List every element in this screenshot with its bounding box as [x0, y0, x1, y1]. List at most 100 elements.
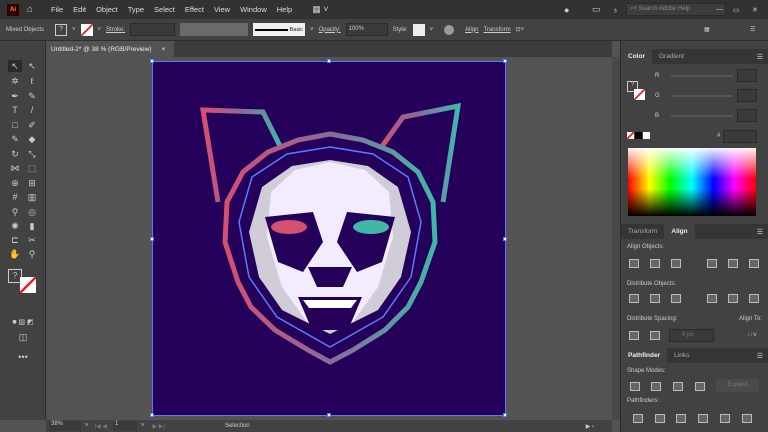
- align-hcenter-icon[interactable]: [650, 259, 660, 268]
- lightbulb-icon[interactable]: ♁: [612, 5, 619, 15]
- lasso-icon[interactable]: ℓ: [25, 75, 39, 87]
- blend-tool-icon[interactable]: ◎: [25, 206, 39, 218]
- search-input[interactable]: ⌕˅ Search Adobe Help: [626, 3, 726, 16]
- selection-handle[interactable]: [150, 413, 154, 417]
- none-swatch[interactable]: [627, 132, 634, 139]
- selection-handle[interactable]: [150, 59, 154, 63]
- eraser-icon[interactable]: ◆: [25, 133, 39, 145]
- free-transform-icon[interactable]: ⬚: [25, 162, 39, 174]
- stroke-dropdown-icon[interactable]: ˅: [98, 27, 102, 33]
- menu-window[interactable]: Window: [240, 5, 267, 14]
- magic-wand-icon[interactable]: ✲: [8, 75, 22, 87]
- color-mode-icons[interactable]: ■ ▨ ◩: [6, 317, 40, 329]
- selection-handle[interactable]: [327, 59, 331, 63]
- vertical-spacing-icon[interactable]: [629, 331, 639, 340]
- tab-color[interactable]: Color: [621, 49, 652, 64]
- expand-button[interactable]: Expand: [716, 379, 759, 392]
- tab-align[interactable]: Align: [664, 224, 695, 239]
- channel-g-input[interactable]: [737, 89, 757, 102]
- gradient-tool-icon[interactable]: ▥: [25, 191, 39, 203]
- direct-selection-tool-icon[interactable]: ↖: [25, 60, 39, 72]
- align-right-icon[interactable]: [671, 259, 681, 268]
- symbol-sprayer-icon[interactable]: ✺: [8, 220, 22, 232]
- align-top-icon[interactable]: [707, 259, 717, 268]
- perspective-grid-icon[interactable]: ⊞: [25, 177, 39, 189]
- hand-tool-icon[interactable]: ✋: [8, 248, 22, 260]
- type-tool-icon[interactable]: T: [8, 104, 22, 116]
- menu-edit[interactable]: Edit: [73, 5, 86, 14]
- zoom-dropdown-icon[interactable]: ˅: [85, 423, 89, 429]
- selection-handle[interactable]: [503, 59, 507, 63]
- stroke-weight-input[interactable]: [130, 23, 176, 36]
- distribute-vcenter-icon[interactable]: [650, 294, 660, 303]
- brush-definition[interactable]: Basic: [253, 23, 306, 36]
- opacity-label[interactable]: Opacity:: [319, 27, 341, 33]
- zoom-tool-icon[interactable]: ⚲: [25, 248, 39, 260]
- graphic-style-swatch[interactable]: [412, 23, 425, 36]
- style-dropdown-icon[interactable]: ˅: [430, 27, 434, 33]
- unite-icon[interactable]: [630, 382, 640, 391]
- minus-front-icon[interactable]: [651, 382, 661, 391]
- curvature-tool-icon[interactable]: ✎: [25, 90, 39, 102]
- selection-tool-icon[interactable]: ↖: [8, 60, 22, 72]
- channel-r-input[interactable]: [737, 69, 757, 82]
- panel-menu-icon[interactable]: ☰: [757, 352, 763, 360]
- crop-icon[interactable]: [698, 414, 708, 423]
- distribute-bottom-icon[interactable]: [671, 294, 681, 303]
- column-graph-icon[interactable]: ▮: [25, 220, 39, 232]
- align-left-icon[interactable]: [629, 259, 639, 268]
- distribute-left-icon[interactable]: [707, 294, 717, 303]
- line-tool-icon[interactable]: /: [25, 104, 39, 116]
- tab-links[interactable]: Links: [667, 348, 696, 363]
- shape-builder-icon[interactable]: ⊕: [8, 177, 22, 189]
- distribute-top-icon[interactable]: [629, 294, 639, 303]
- merge-icon[interactable]: [676, 414, 686, 423]
- current-tool-status[interactable]: Selection: [225, 423, 250, 429]
- fill-stroke-widget[interactable]: ?: [8, 269, 38, 295]
- channel-r-slider[interactable]: [671, 75, 733, 77]
- workspace-switcher-icon[interactable]: ▦ ˅: [312, 4, 328, 15]
- close-window-button[interactable]: ✕: [752, 6, 758, 14]
- rectangle-tool-icon[interactable]: □: [8, 119, 22, 131]
- pen-tool-icon[interactable]: ✒: [8, 90, 22, 102]
- artboard-next-icons[interactable]: ▶ ▶|: [153, 423, 165, 430]
- document-tab[interactable]: Untitled-2* @ 38 % (RGB/Preview) ×: [46, 41, 174, 57]
- intersect-icon[interactable]: [673, 382, 683, 391]
- arrange-docs-icon[interactable]: ▭: [592, 4, 601, 15]
- more-tools-icon[interactable]: •••: [16, 351, 30, 363]
- artboard[interactable]: [150, 59, 507, 417]
- horizontal-spacing-icon[interactable]: [650, 331, 660, 340]
- align-vcenter-icon[interactable]: [728, 259, 738, 268]
- zoom-level-field[interactable]: 38%: [49, 421, 81, 431]
- outline-icon[interactable]: [720, 414, 730, 423]
- align-link[interactable]: Align: [465, 27, 478, 33]
- status-menu-icon[interactable]: ▶ ‹: [586, 423, 594, 430]
- divide-icon[interactable]: [633, 414, 643, 423]
- tab-transform[interactable]: Transform: [621, 224, 664, 239]
- width-tool-icon[interactable]: ⋈: [8, 162, 22, 174]
- isolate-icon[interactable]: ⊡˅: [516, 26, 525, 33]
- minus-back-icon[interactable]: [742, 414, 752, 423]
- home-icon[interactable]: ⌂: [27, 4, 33, 15]
- close-tab-button[interactable]: ×: [162, 46, 166, 53]
- menu-type[interactable]: Type: [128, 5, 144, 14]
- tab-pathfinder[interactable]: Pathfinder: [621, 348, 668, 363]
- slice-tool-icon[interactable]: ✂: [25, 234, 39, 246]
- distribute-right-icon[interactable]: [749, 294, 759, 303]
- menu-file[interactable]: File: [51, 5, 63, 14]
- paintbrush-icon[interactable]: ✐: [25, 119, 39, 131]
- fill-stroke-mini[interactable]: ?: [627, 81, 647, 103]
- hex-input[interactable]: [723, 130, 757, 143]
- channel-b-slider[interactable]: [671, 115, 733, 117]
- tab-gradient[interactable]: Gradient: [652, 49, 691, 64]
- exclude-icon[interactable]: [695, 382, 705, 391]
- channel-b-input[interactable]: [737, 109, 757, 122]
- vertical-scrollbar[interactable]: [612, 57, 620, 420]
- minimize-button[interactable]: —: [716, 6, 723, 13]
- variable-width-profile[interactable]: [180, 23, 249, 36]
- artboard-number-field[interactable]: 1: [112, 421, 137, 431]
- white-swatch[interactable]: [643, 132, 650, 139]
- spacing-input[interactable]: 0 px: [669, 329, 714, 342]
- shaper-tool-icon[interactable]: ✎: [8, 133, 22, 145]
- menu-view[interactable]: View: [214, 5, 230, 14]
